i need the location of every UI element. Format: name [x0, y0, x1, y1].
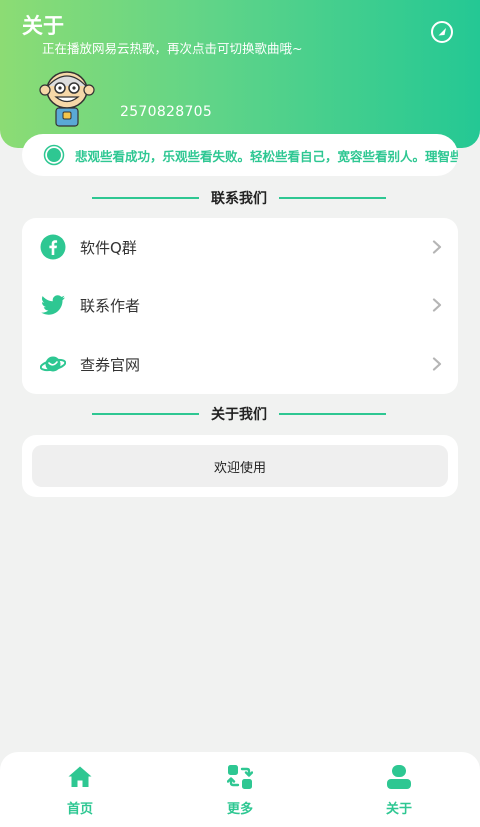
- divider-right: [279, 197, 386, 199]
- contact-section-heading: 联系我们: [92, 188, 386, 208]
- section-title: 关于我们: [211, 407, 267, 423]
- swap-icon: [227, 765, 253, 789]
- user-icon: [387, 765, 411, 789]
- twitter-icon: [41, 295, 65, 315]
- section-title: 联系我们: [211, 191, 267, 207]
- tab-about[interactable]: 关于: [359, 752, 439, 827]
- tab-more[interactable]: 更多: [200, 752, 280, 827]
- contact-item-label: 软件Q群: [80, 238, 137, 257]
- tab-label: 更多: [226, 802, 253, 817]
- notice-text: 悲观些看成功，乐观些看失败。轻松些看自己，宽容些看别人。理智些看问题: [75, 148, 458, 164]
- contact-item-author[interactable]: 联系作者: [22, 276, 458, 334]
- avatar[interactable]: [36, 66, 98, 128]
- page-title: 关于: [22, 14, 64, 38]
- music-play-icon[interactable]: [430, 20, 454, 44]
- notice-dot-icon: [43, 144, 65, 166]
- chevron-right-icon: [432, 240, 442, 254]
- contact-card: 软件Q群 联系作者 查券官网: [22, 218, 458, 394]
- contact-item-label: 查券官网: [80, 355, 141, 374]
- welcome-button[interactable]: 欢迎使用: [32, 445, 448, 487]
- tab-home[interactable]: 首页: [40, 752, 120, 827]
- tab-label: 首页: [66, 802, 93, 817]
- about-card: 欢迎使用: [22, 435, 458, 497]
- now-playing-text: 正在播放网易云热歌，再次点击可切换歌曲哦~: [42, 41, 303, 56]
- chevron-right-icon: [432, 357, 442, 371]
- planet-icon: [40, 356, 66, 372]
- tab-label: 关于: [385, 802, 412, 817]
- user-id: 2570828705: [120, 104, 213, 120]
- divider-left: [92, 413, 199, 415]
- contact-item-qq-group[interactable]: 软件Q群: [22, 218, 458, 276]
- notice-marquee: 悲观些看成功，乐观些看失败。轻松些看自己，宽容些看别人。理智些看问题: [22, 134, 458, 176]
- chevron-right-icon: [432, 298, 442, 312]
- about-section-heading: 关于我们: [92, 404, 386, 424]
- header: 关于 正在播放网易云热歌，再次点击可切换歌曲哦~ 2570828705: [0, 0, 480, 148]
- bottom-tab-bar: 首页 更多 关于: [0, 752, 480, 827]
- contact-item-website[interactable]: 查券官网: [22, 335, 458, 393]
- home-icon: [68, 766, 92, 787]
- contact-item-label: 联系作者: [80, 296, 141, 315]
- divider-right: [279, 413, 386, 415]
- divider-left: [92, 197, 199, 199]
- facebook-icon: [40, 234, 66, 260]
